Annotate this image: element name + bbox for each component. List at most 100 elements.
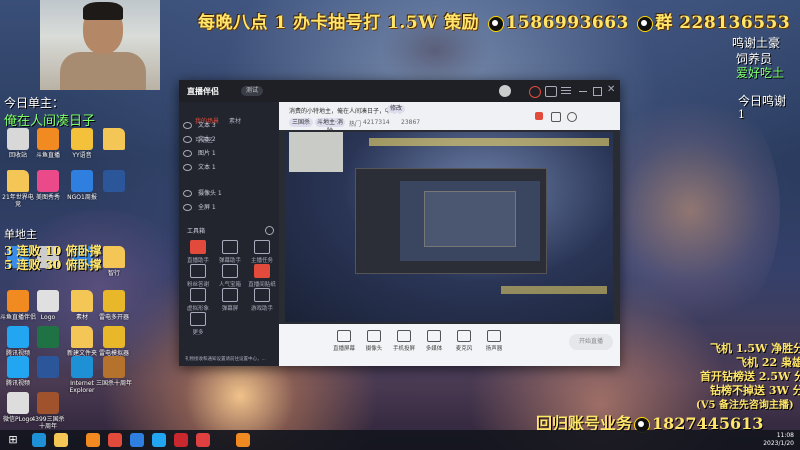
qq-icon <box>487 15 504 32</box>
toolbox-tool[interactable]: 更多 <box>183 312 213 336</box>
taskbar-clock[interactable]: 11:08 2023/1/20 <box>763 432 794 448</box>
layer-item[interactable]: 文本 2 <box>183 134 275 146</box>
tool-icon <box>222 264 238 278</box>
toolbox-tool[interactable]: 主播任务 <box>247 240 277 264</box>
layer-item[interactable]: 全屏 1 <box>183 202 275 214</box>
windows-taskbar: ⊞ 11:08 2023/1/20 <box>0 430 800 450</box>
stream-companion-icon[interactable] <box>108 433 122 447</box>
ie-icon[interactable] <box>32 433 46 447</box>
app-blank-icon <box>37 290 59 312</box>
app-icon[interactable] <box>236 433 250 447</box>
layer-item[interactable]: 摄像头 1 <box>183 188 275 200</box>
desktop-icon[interactable] <box>96 128 132 152</box>
desktop-icon[interactable]: Logo <box>30 290 66 321</box>
desktop-icon[interactable]: 素材 <box>64 290 100 321</box>
eye-icon[interactable] <box>183 150 192 157</box>
toolbox-tool[interactable]: 粉丝答谢 <box>183 264 213 288</box>
tool-icon <box>254 240 270 254</box>
music-icon[interactable] <box>174 433 188 447</box>
preview-nested-window-2 <box>424 191 516 247</box>
app-brand-badge: 测试 <box>241 86 263 96</box>
toolbox-settings-icon[interactable] <box>265 226 274 235</box>
desktop-icon[interactable]: Internet Explorer <box>64 356 100 394</box>
gift-icon[interactable] <box>535 112 543 120</box>
start-icon[interactable]: ⊞ <box>6 433 20 447</box>
menu-icon[interactable] <box>561 87 571 88</box>
minimize-icon[interactable] <box>579 91 587 92</box>
chat-icon[interactable] <box>545 86 557 97</box>
tencent-video-icon <box>7 326 29 348</box>
tool-icon <box>222 288 238 302</box>
desktop-icon[interactable]: 斗鱼直播 <box>30 128 66 159</box>
streamer-body <box>60 52 146 90</box>
eye-icon[interactable] <box>183 122 192 129</box>
desktop-icon[interactable] <box>96 170 132 194</box>
room-badge[interactable]: 斗地主·消除 <box>315 118 345 135</box>
source-tool-icon <box>427 330 441 342</box>
blue-app-icon <box>71 170 93 192</box>
toolbox-tool[interactable]: 游戏助手 <box>247 288 277 312</box>
folder-icon[interactable] <box>54 433 68 447</box>
close-icon[interactable]: ✕ <box>607 84 615 95</box>
browser-icon[interactable] <box>130 433 144 447</box>
top-banner-qq: 1586993663 <box>505 13 629 33</box>
toolbox-tool[interactable]: 弹幕助手 <box>215 240 245 264</box>
source-tool[interactable]: 摄像头 <box>359 330 389 352</box>
source-tool[interactable]: 手机投屏 <box>389 330 419 352</box>
maximize-icon[interactable] <box>593 87 602 96</box>
app-main-panel: 消费的小特地主，俺在人间凑日子，中午半 修改 三国杀 斗地主·消除 热门 421… <box>279 102 620 366</box>
sgs-icon <box>103 356 125 378</box>
yy-icon <box>71 128 93 150</box>
sogou-icon[interactable] <box>196 433 210 447</box>
desktop-icon[interactable]: YY语音 <box>64 128 100 159</box>
layer-item[interactable]: 文本 3 <box>183 120 275 132</box>
eye-icon[interactable] <box>183 136 192 143</box>
douyu-icon[interactable] <box>86 433 100 447</box>
source-tool[interactable]: 多媒体 <box>419 330 449 352</box>
desktop-icon[interactable]: 新建文件夹 <box>64 326 100 357</box>
video-icon[interactable] <box>152 433 166 447</box>
toolbox-tool[interactable]: 人气宝箱 <box>215 264 245 288</box>
qq-icon <box>637 15 654 32</box>
folder-icon <box>71 326 93 348</box>
desktop-icon[interactable]: 雷电模拟器 <box>96 326 132 357</box>
live-preview[interactable] <box>285 132 613 322</box>
eye-icon[interactable] <box>183 190 192 197</box>
share-icon[interactable] <box>551 112 561 122</box>
excel-icon <box>37 326 59 348</box>
eye-icon[interactable] <box>183 164 192 171</box>
preview-inner-window <box>355 168 547 274</box>
start-live-button[interactable]: 开始直播 <box>569 334 613 350</box>
layer-item[interactable]: 图片 1 <box>183 148 275 160</box>
category-badge[interactable]: 三国杀 <box>289 118 313 127</box>
toolbox-tool[interactable]: 直播助手 <box>183 240 213 264</box>
desktop-icon[interactable]: 三国杀十周年 <box>96 356 132 387</box>
desktop-icon[interactable]: 4399三国杀十周年 <box>30 392 66 430</box>
source-tool[interactable]: 扬声器 <box>479 330 509 352</box>
desktop-icon-label: 斗鱼直播 <box>35 152 60 159</box>
stream-companion-window[interactable]: 直播伴侣 测试 ✕ 我的场景 素材可选区 文本 3 文本 2 图片 1 文本 1 … <box>179 80 620 366</box>
desktop-icon[interactable]: 美图秀秀 <box>30 170 66 201</box>
toolbox-tool[interactable]: 直播间贴纸 <box>247 264 277 288</box>
user-avatar[interactable] <box>499 85 511 97</box>
source-tool[interactable]: 直播屏幕 <box>329 330 359 352</box>
app-titlebar[interactable]: 直播伴侣 测试 ✕ <box>179 80 620 102</box>
toolbox-tool[interactable]: 虚拟形象 <box>183 288 213 312</box>
toolbox-tool[interactable]: 弹幕屏 <box>215 288 245 312</box>
tool-label: 主播任务 <box>250 258 273 264</box>
desktop-icon[interactable]: 雷电多开器 <box>96 290 132 321</box>
source-tool-icon <box>337 330 351 342</box>
settings-icon[interactable] <box>529 86 541 98</box>
source-tool[interactable]: 麦克风 <box>449 330 479 352</box>
edit-title-button[interactable]: 修改 <box>387 105 405 113</box>
tool-label: 游戏助手 <box>250 306 273 312</box>
rule-title: 单地主 <box>4 228 37 241</box>
eye-icon[interactable] <box>183 204 192 211</box>
more-icon[interactable] <box>567 112 577 122</box>
desktop-icon-label: 腾讯视频 <box>5 380 30 387</box>
desktop-icon[interactable] <box>30 356 66 380</box>
layer-item[interactable]: 文本 1 <box>183 162 275 174</box>
desktop-icon[interactable]: NGO1周报 <box>64 170 100 201</box>
desktop-icon[interactable] <box>30 326 66 350</box>
rule-line-2: 5 连败 30 俯卧撑 <box>4 258 102 272</box>
